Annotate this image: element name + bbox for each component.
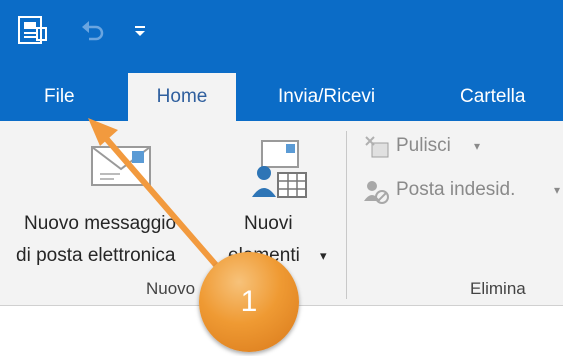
annotation-step-number: 1 (240, 285, 258, 318)
annotation-step-badge: 1 (199, 252, 299, 352)
